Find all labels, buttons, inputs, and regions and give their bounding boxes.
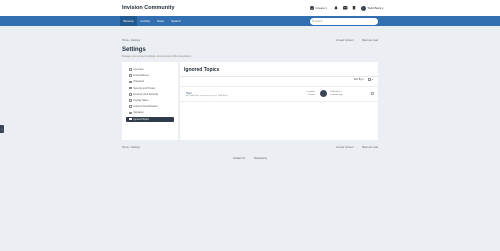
panel-heading: Ignored Topics xyxy=(184,67,220,73)
sidebar-item-label: Content View Behavior xyxy=(133,105,158,109)
breadcrumb: Home › Settings Unread Content Mark site… xyxy=(122,39,378,43)
unread-content-link[interactable]: Unread Content xyxy=(336,39,354,42)
sidebar-item-signature[interactable]: Signature xyxy=(126,110,174,115)
sidebar-item-ignored-topics[interactable]: Ignored Topics xyxy=(126,116,174,122)
overview-icon xyxy=(129,68,132,71)
sidebar-item-label: Display Name xyxy=(133,98,149,102)
search-placeholder: Search xyxy=(315,19,323,23)
breadcrumb-bottom: Home › Settings Unread Content Mark site… xyxy=(122,146,378,150)
mark-site-read-link[interactable]: Mark site read xyxy=(362,39,378,42)
unread-content-link[interactable]: Unread Content xyxy=(336,146,354,149)
breadcrumb-current[interactable]: Settings xyxy=(131,146,140,149)
devices-icon xyxy=(129,93,132,96)
sidebar-item-label: Signature xyxy=(133,111,144,115)
key-icon xyxy=(129,80,132,84)
sidebar-item-content-view[interactable]: Content View Behavior xyxy=(126,104,174,109)
nav-browse[interactable]: Browse xyxy=(120,16,138,26)
page-title: Settings xyxy=(122,47,146,53)
contact-us-link[interactable]: Contact Us xyxy=(233,157,245,160)
divider xyxy=(180,76,378,77)
nav-search[interactable]: Search xyxy=(168,16,185,26)
topic-row: Test By Todd Beck in Forums post or Todd… xyxy=(180,86,378,102)
breadcrumb-home[interactable]: Home xyxy=(122,39,129,42)
eye-icon xyxy=(129,105,132,108)
sidebar-item-overview[interactable]: Overview xyxy=(126,67,174,72)
sidebar-item-devices[interactable]: Devices Used Recently xyxy=(126,92,174,97)
nav-store[interactable]: Store xyxy=(154,16,168,26)
sort-dropdown[interactable]: Sort By ▾ ▾ xyxy=(354,78,373,81)
chevron-down-icon: ▾ xyxy=(325,6,327,10)
sidebar-item-label: Password xyxy=(133,80,145,84)
site-brand[interactable]: Invision Community xyxy=(122,5,175,11)
ignored-icon xyxy=(129,117,132,121)
user-icon xyxy=(129,99,132,102)
nav-activity[interactable]: Activity xyxy=(137,16,154,26)
notifications-icon[interactable] xyxy=(334,6,339,11)
sidebar-item-label: Ignored Topics xyxy=(133,117,150,121)
powered-by-link[interactable]: Powered by xyxy=(254,157,267,160)
topic-checkbox[interactable] xyxy=(371,92,374,95)
user-menu[interactable]: Todd Beck xyxy=(367,6,381,10)
shield-icon xyxy=(129,86,132,90)
site-header: Invision Community + Create ▾ Todd Beck … xyxy=(0,0,500,16)
settings-sidebar: Overview Email Address Password Security… xyxy=(122,62,178,140)
site-footer: Contact Us Powered by xyxy=(0,157,500,160)
last-post-time: 1 minute ago xyxy=(330,93,343,96)
create-label: Create xyxy=(315,6,325,10)
sidebar-item-email[interactable]: Email Address xyxy=(126,73,174,78)
side-drawer-toggle[interactable]: › xyxy=(0,125,4,133)
sidebar-item-label: Security and Privacy xyxy=(133,86,156,90)
last-post-info: Todd Beck ✓ 1 minute ago xyxy=(330,91,343,98)
page-subtitle: Manage your account settings, devices an… xyxy=(122,55,192,58)
primary-nav: Browse Activity Store Search xyxy=(0,16,500,26)
search-input[interactable]: Search xyxy=(310,17,378,25)
user-avatar[interactable] xyxy=(360,5,366,11)
create-button[interactable]: + Create ▾ xyxy=(310,6,327,10)
sidebar-item-password[interactable]: Password xyxy=(126,79,174,84)
sidebar-item-label: Devices Used Recently xyxy=(133,92,159,96)
last-poster-avatar[interactable] xyxy=(320,90,327,97)
email-icon xyxy=(129,74,132,77)
sidebar-item-label: Email Address xyxy=(133,74,149,78)
plus-icon: + xyxy=(310,6,314,10)
sidebar-item-security[interactable]: Security and Privacy xyxy=(126,86,174,91)
breadcrumb-home[interactable]: Home xyxy=(122,146,129,149)
messages-icon[interactable] xyxy=(343,6,348,11)
sidebar-item-display-name[interactable]: Display Name xyxy=(126,98,174,103)
sort-label: Sort By ▾ xyxy=(353,78,364,81)
sidebar-item-label: Overview xyxy=(133,68,144,71)
header-actions: + Create ▾ Todd Beck ▾ xyxy=(310,4,383,12)
chevron-down-icon: ▾ xyxy=(382,6,384,10)
topic-views: 2 views xyxy=(307,93,315,96)
topic-meta: By Todd Beck in Forums post or Todd Beck xyxy=(186,95,228,97)
chevron-down-icon: ▾ xyxy=(371,79,373,81)
pen-icon xyxy=(129,111,132,115)
reports-icon[interactable] xyxy=(352,6,357,11)
mark-site-read-link[interactable]: Mark site read xyxy=(362,146,378,149)
topic-stats: 0 replies 2 views xyxy=(301,91,315,98)
breadcrumb-current[interactable]: Settings xyxy=(131,39,140,42)
